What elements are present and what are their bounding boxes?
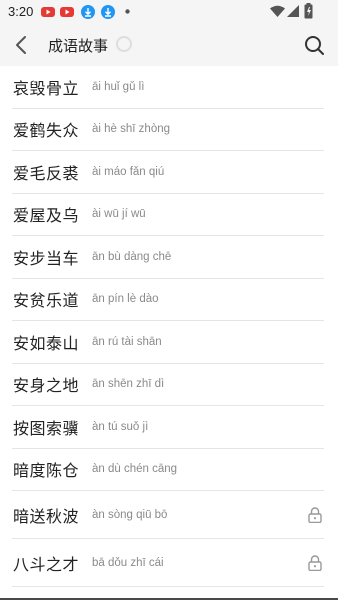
lock-icon	[308, 506, 322, 523]
pinyin-text: ān rú tài shān	[92, 335, 162, 348]
pinyin-text: àn dù chén cāng	[92, 463, 178, 476]
list-item[interactable]: 爱毛反裘 ài máo fǎn qiú	[12, 151, 324, 194]
pinyin-text: ài máo fǎn qiú	[92, 165, 165, 178]
pinyin-text: bā dǒu zhī cái	[92, 556, 164, 569]
pinyin-text: ān pín lè dào	[92, 293, 159, 306]
pinyin-text: ān bù dàng chē	[92, 250, 172, 263]
pinyin-text: āi huǐ gǔ lì	[92, 80, 145, 93]
idiom-list: 哀毁骨立 āi huǐ gǔ lì 爱鹤失众 ài hè shī zhòng 爱…	[0, 66, 338, 587]
list-item[interactable]: 按图索骥 àn tú suǒ jì	[12, 406, 324, 449]
signal-icon	[287, 5, 299, 17]
idiom-text: 安步当车	[13, 248, 80, 268]
list-item[interactable]: 暗度陈仓 àn dù chén cāng	[12, 449, 324, 491]
idiom-text: 安贫乐道	[13, 291, 80, 311]
wifi-icon	[270, 5, 285, 17]
lock-icon	[308, 554, 322, 571]
idiom-text: 安身之地	[13, 376, 80, 396]
idiom-text: 八斗之才	[13, 554, 80, 574]
idiom-text: 爱屋及乌	[13, 206, 80, 226]
pinyin-text: àn sòng qiū bō	[92, 508, 168, 521]
pinyin-text: ài wū jí wū	[92, 208, 146, 221]
list-item[interactable]: 安如泰山 ān rú tài shān	[12, 321, 324, 364]
idiom-text: 按图索骥	[13, 418, 80, 438]
list-item[interactable]: 安贫乐道 ān pín lè dào	[12, 279, 324, 321]
idiom-text: 爱毛反裘	[13, 163, 80, 183]
list-item[interactable]: 暗送秋波 àn sòng qiū bō	[12, 491, 324, 539]
youtube-icon	[41, 7, 55, 17]
pinyin-text: àn tú suǒ jì	[92, 420, 149, 433]
download-icon	[101, 5, 115, 19]
status-bar: 3:20	[0, 0, 338, 24]
list-item[interactable]: 爱鹤失众 ài hè shī zhòng	[12, 109, 324, 151]
list-item[interactable]: 安身之地 ān shēn zhī dì	[12, 364, 324, 406]
search-icon[interactable]	[302, 33, 326, 57]
app-header: 成语故事	[0, 24, 338, 66]
loading-spinner-icon	[116, 36, 132, 52]
youtube-icon	[60, 7, 74, 17]
battery-icon	[304, 3, 313, 19]
pinyin-text: ān shēn zhī dì	[92, 378, 165, 391]
idiom-text: 安如泰山	[13, 333, 80, 353]
pinyin-text: ài hè shī zhòng	[92, 123, 171, 136]
status-time: 3:20	[8, 4, 34, 19]
back-chevron-icon[interactable]	[10, 33, 34, 57]
idiom-text: 哀毁骨立	[13, 78, 80, 98]
list-item[interactable]: 哀毁骨立 āi huǐ gǔ lì	[12, 66, 324, 109]
download-icon	[81, 5, 95, 19]
list-item[interactable]: 爱屋及乌 ài wū jí wū	[12, 194, 324, 236]
list-item[interactable]: 安步当车 ān bù dàng chē	[12, 236, 324, 279]
dot-icon	[125, 9, 130, 14]
list-item[interactable]: 八斗之才 bā dǒu zhī cái	[12, 539, 324, 587]
idiom-text: 暗度陈仓	[13, 461, 80, 481]
idiom-text: 暗送秋波	[13, 506, 80, 526]
idiom-text: 爱鹤失众	[13, 121, 80, 141]
page-title: 成语故事	[48, 37, 109, 55]
